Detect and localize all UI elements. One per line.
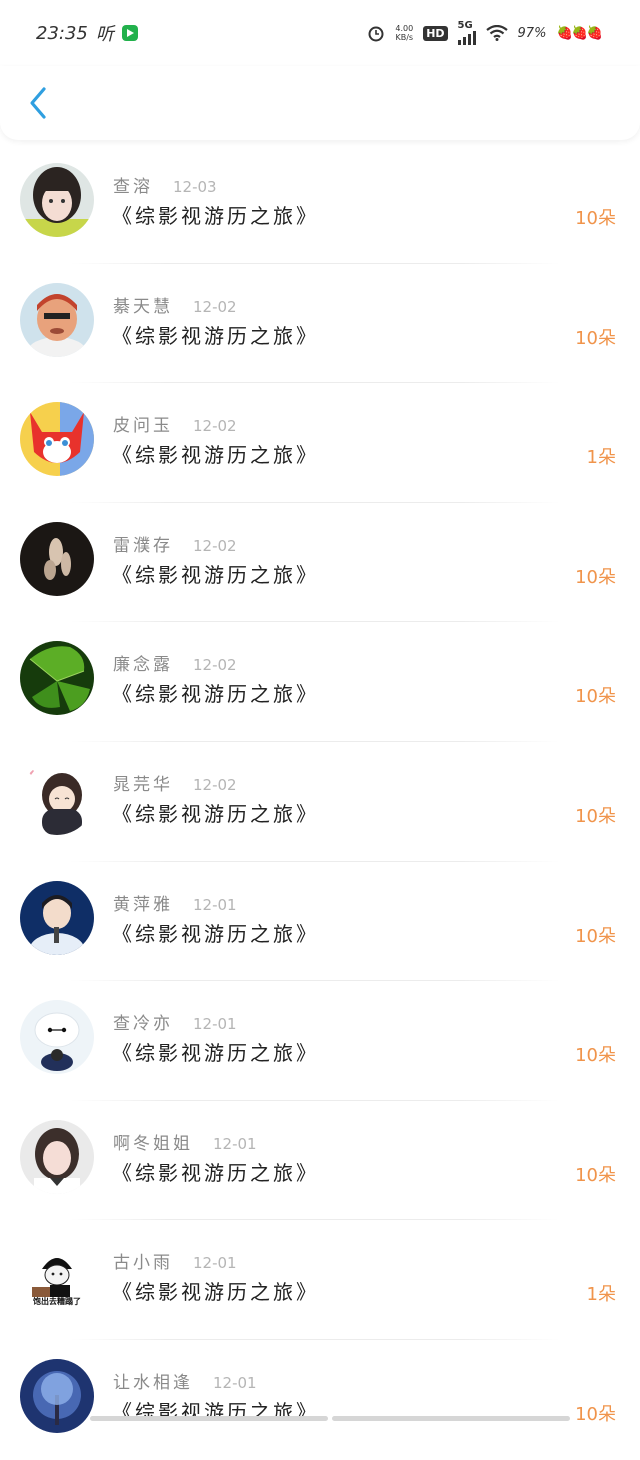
signal-icon [457, 31, 476, 45]
list-item[interactable]: 查冷亦 12-01 《综影视游历之旅》 10朵 [0, 981, 640, 1101]
list-item[interactable]: 饱出去糟蹋了 古小雨 12-01 《综影视游历之旅》 1朵 [0, 1220, 640, 1340]
user-name: 查溶 [113, 177, 153, 197]
user-name: 晁芫华 [113, 774, 173, 795]
avatar[interactable] [20, 641, 94, 716]
book-title: 《综影视游历之旅》 [112, 1041, 319, 1066]
flower-count: 10朵 [575, 327, 616, 349]
book-title: 《综影视游历之旅》 [112, 1160, 319, 1185]
flower-count: 1朵 [586, 447, 616, 469]
avatar[interactable] [20, 1000, 94, 1075]
flower-count: 1朵 [586, 1284, 616, 1306]
chevron-left-icon [30, 87, 46, 119]
top-nav-bar [0, 66, 640, 140]
listen-indicator: 听 [95, 24, 114, 45]
book-title: 《综影视游历之旅》 [112, 443, 319, 468]
gift-date: 12-02 [193, 775, 237, 794]
user-name: 雷濮存 [113, 535, 173, 556]
list-item[interactable]: 让水相逢 12-01 《综影视游历之旅》 10朵 [0, 1340, 640, 1460]
gift-date: 12-01 [193, 895, 237, 914]
book-title: 《综影视游历之旅》 [112, 682, 319, 707]
book-title: 《综影视游历之旅》 [112, 204, 319, 228]
avatar[interactable] [20, 1119, 94, 1194]
flower-count: 10朵 [575, 1403, 616, 1425]
gift-date: 12-01 [213, 1373, 257, 1392]
gift-date: 12-01 [193, 1254, 237, 1273]
alarm-icon [368, 26, 384, 42]
avatar[interactable] [20, 521, 94, 596]
list-item[interactable]: 綦天慧 12-02 《综影视游历之旅》 10朵 [0, 264, 640, 384]
list-item[interactable]: 雷濮存 12-02 《综影视游历之旅》 10朵 [0, 503, 640, 623]
avatar[interactable] [20, 282, 94, 357]
flower-count: 10朵 [575, 805, 616, 827]
book-title: 《综影视游历之旅》 [112, 562, 319, 587]
flower-gift-list: 查溶 12-03 《综影视游历之旅》 10朵 綦天慧 12-02 《综影视游历之… [0, 144, 640, 1460]
avatar[interactable] [20, 1358, 94, 1433]
avatar[interactable] [20, 760, 94, 835]
back-button[interactable] [18, 80, 58, 126]
list-item[interactable]: 黄萍雅 12-01 《综影视游历之旅》 10朵 [0, 862, 640, 982]
network-type: 5G [457, 20, 473, 31]
avatar-caption: 饱出去糟蹋了 [33, 1297, 81, 1307]
network-speed: 4.00 KB/s [395, 24, 414, 42]
flower-count: 10朵 [575, 1045, 616, 1067]
user-name: 让水相逢 [113, 1372, 193, 1393]
battery-level: 97% [517, 25, 547, 41]
flower-count: 10朵 [575, 208, 616, 229]
flower-count: 10朵 [575, 1164, 616, 1186]
avatar[interactable] [20, 402, 94, 477]
gift-date: 12-02 [193, 417, 237, 436]
signal-group: 5G [457, 20, 476, 45]
user-name: 查冷亦 [113, 1014, 173, 1035]
gift-date: 12-02 [193, 656, 237, 675]
flower-count: 10朵 [575, 566, 616, 588]
gift-date: 12-02 [193, 536, 237, 555]
gift-date: 12-01 [213, 1134, 257, 1153]
user-name: 古小雨 [113, 1253, 173, 1274]
user-name: 綦天慧 [113, 296, 173, 317]
wifi-icon [485, 25, 508, 41]
user-name: 廉念露 [113, 655, 173, 676]
book-title: 《综影视游历之旅》 [112, 323, 319, 348]
user-name: 啊冬姐姐 [113, 1133, 193, 1154]
avatar[interactable]: 饱出去糟蹋了 [20, 1239, 94, 1314]
book-title: 《综影视游历之旅》 [112, 1280, 319, 1305]
avatar[interactable] [20, 163, 94, 237]
book-title: 《综影视游历之旅》 [112, 921, 319, 946]
avatar[interactable] [20, 880, 94, 955]
list-item[interactable]: 皮问玉 12-02 《综影视游历之旅》 1朵 [0, 383, 640, 503]
video-app-icon [121, 25, 138, 41]
scroll-indicator [90, 1416, 570, 1421]
list-item[interactable]: 啊冬姐姐 12-01 《综影视游历之旅》 10朵 [0, 1101, 640, 1221]
gift-date: 12-01 [193, 1015, 237, 1034]
list-item[interactable]: 廉念露 12-02 《综影视游历之旅》 10朵 [0, 622, 640, 742]
gift-date: 12-02 [193, 297, 237, 316]
list-item[interactable]: 查溶 12-03 《综影视游历之旅》 10朵 [0, 144, 640, 264]
status-time: 23:35 [36, 22, 88, 44]
user-name: 黄萍雅 [113, 894, 173, 915]
status-bar: 23:35 听 4.00 KB/s HD 5G 97% 🍓🍓🍓 [0, 0, 640, 66]
flower-count: 10朵 [575, 925, 616, 947]
list-item[interactable]: 晁芫华 12-02 《综影视游历之旅》 10朵 [0, 742, 640, 862]
gift-date: 12-03 [173, 178, 217, 196]
book-title: 《综影视游历之旅》 [112, 801, 319, 826]
strawberry-battery-icon: 🍓🍓🍓 [556, 25, 603, 41]
flower-count: 10朵 [575, 686, 616, 708]
user-name: 皮问玉 [113, 416, 173, 437]
hd-badge: HD [423, 25, 448, 41]
